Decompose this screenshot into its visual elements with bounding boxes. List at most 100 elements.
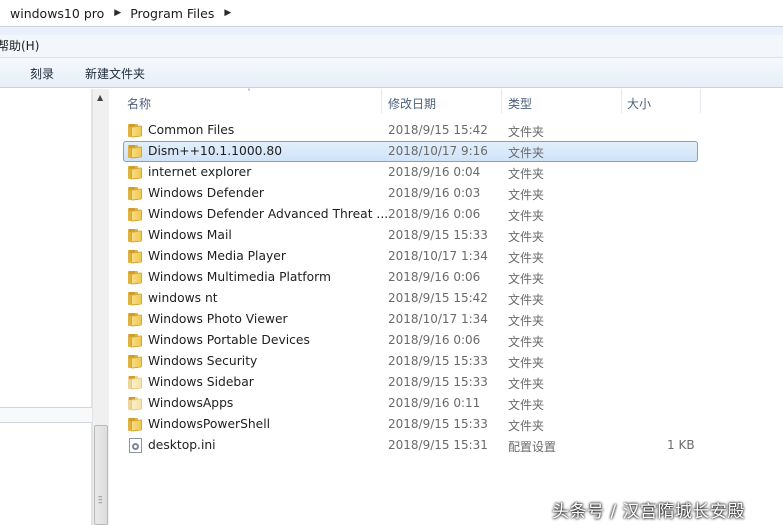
navigation-scrollbar[interactable]: ▲ – – –: [92, 89, 109, 525]
file-name: internet explorer: [148, 165, 252, 179]
new-folder-button[interactable]: 新建文件夹: [85, 65, 145, 82]
file-type: 文件夹: [508, 251, 545, 265]
file-date: 2018/9/16 0:06: [388, 270, 481, 284]
file-type: 文件夹: [508, 293, 545, 307]
folder-icon: [128, 166, 143, 180]
file-type: 文件夹: [508, 146, 545, 160]
folder-icon: [128, 313, 143, 327]
file-date: 2018/9/15 15:42: [388, 291, 488, 305]
file-name: Windows Security: [148, 354, 258, 368]
column-divider[interactable]: [700, 89, 701, 113]
file-type: 文件夹: [508, 419, 545, 433]
file-name: WindowsApps: [148, 396, 234, 410]
folder-icon: [128, 418, 143, 432]
file-date: 2018/9/15 15:33: [388, 354, 488, 368]
breadcrumb-arrow-icon[interactable]: ▶: [224, 8, 231, 18]
address-bar[interactable]: windows10 pro ▶ Program Files ▶: [0, 0, 783, 27]
file-date: 2018/9/15 15:33: [388, 375, 488, 389]
folder-icon-faded: [128, 376, 143, 390]
folder-icon: [128, 124, 143, 138]
table-row[interactable]: internet explorer 2018/9/16 0:04 文件夹: [110, 162, 783, 183]
navigation-pane[interactable]: [0, 89, 92, 525]
folder-icon-faded: [128, 397, 143, 411]
command-toolbar: 刻录 新建文件夹: [0, 58, 783, 88]
table-row[interactable]: Windows Photo Viewer 2018/10/17 1:34 文件夹: [110, 309, 783, 330]
file-name: Windows Multimedia Platform: [148, 270, 331, 284]
file-date: 2018/9/16 0:11: [388, 396, 481, 410]
column-name-header[interactable]: 名称: [127, 95, 151, 112]
folder-icon: [128, 187, 143, 201]
table-row[interactable]: Windows Multimedia Platform 2018/9/16 0:0…: [110, 267, 783, 288]
file-date: 2018/9/16 0:03: [388, 186, 481, 200]
file-type: 文件夹: [508, 272, 545, 286]
menu-help[interactable]: 帮助(H): [0, 37, 39, 54]
menu-bar: 帮助(H): [0, 27, 783, 58]
breadcrumb-arrow-icon[interactable]: ▶: [114, 8, 121, 18]
file-type: 文件夹: [508, 167, 545, 181]
file-date: 2018/9/15 15:42: [388, 123, 488, 137]
file-type: 文件夹: [508, 398, 545, 412]
table-row[interactable]: WindowsPowerShell 2018/9/15 15:33 文件夹: [110, 414, 783, 435]
file-type: 文件夹: [508, 377, 545, 391]
column-header: ˄ 名称 修改日期 类型 大小: [110, 88, 783, 113]
file-name: windows nt: [148, 291, 218, 305]
folder-icon: [128, 229, 143, 243]
folder-icon: [128, 250, 143, 264]
column-type-header[interactable]: 类型: [508, 95, 532, 112]
file-name: Common Files: [148, 123, 235, 137]
column-divider[interactable]: [381, 89, 382, 113]
folder-icon: [128, 334, 143, 348]
folder-icon: [128, 355, 143, 369]
column-date-header[interactable]: 修改日期: [388, 95, 436, 112]
navigation-pane-item[interactable]: [0, 407, 92, 423]
column-size-header[interactable]: 大小: [627, 95, 651, 112]
file-date: 2018/9/16 0:06: [388, 333, 481, 347]
file-date: 2018/10/17 1:34: [388, 312, 488, 326]
table-row[interactable]: Windows Media Player 2018/10/17 1:34 文件夹: [110, 246, 783, 267]
scroll-up-arrow-icon[interactable]: ▲: [97, 93, 103, 102]
file-size: 1 KB: [667, 438, 695, 452]
file-name: Windows Photo Viewer: [148, 312, 288, 326]
table-row[interactable]: Windows Defender 2018/9/16 0:03 文件夹: [110, 183, 783, 204]
table-row[interactable]: Windows Security 2018/9/15 15:33 文件夹: [110, 351, 783, 372]
file-type: 文件夹: [508, 230, 545, 244]
table-row[interactable]: desktop.ini 2018/9/15 15:31 配置设置 1 KB: [110, 435, 783, 456]
file-type: 文件夹: [508, 209, 545, 223]
table-row[interactable]: Windows Defender Advanced Threat ... 2018…: [110, 204, 783, 225]
file-type: 文件夹: [508, 335, 545, 349]
table-row[interactable]: WindowsApps 2018/9/16 0:11 文件夹: [110, 393, 783, 414]
table-row[interactable]: Windows Portable Devices 2018/9/16 0:06 文件…: [110, 330, 783, 351]
file-name: Windows Defender: [148, 186, 264, 200]
folder-icon: [128, 292, 143, 306]
table-row[interactable]: Dism++10.1.1000.80 2018/10/17 9:16 文件夹: [110, 141, 783, 162]
table-row[interactable]: Windows Mail 2018/9/15 15:33 文件夹: [110, 225, 783, 246]
burn-button[interactable]: 刻录: [30, 65, 54, 82]
file-date: 2018/9/15 15:33: [388, 228, 488, 242]
grip-icon: – – –: [98, 492, 103, 508]
breadcrumb-windows10-pro[interactable]: windows10 pro: [10, 6, 104, 21]
file-date: 2018/9/16 0:04: [388, 165, 481, 179]
file-type: 文件夹: [508, 188, 545, 202]
file-name: Windows Media Player: [148, 249, 286, 263]
file-type: 文件夹: [508, 314, 545, 328]
file-name: Windows Mail: [148, 228, 232, 242]
table-row[interactable]: Common Files 2018/9/15 15:42 文件夹: [110, 120, 783, 141]
scrollbar-thumb[interactable]: – – –: [94, 425, 108, 525]
file-name: Windows Sidebar: [148, 375, 254, 389]
file-name: Windows Defender Advanced Threat ...: [148, 207, 389, 221]
file-date: 2018/10/17 9:16: [388, 144, 488, 158]
column-divider[interactable]: [621, 89, 622, 113]
breadcrumb-program-files[interactable]: Program Files: [130, 6, 214, 21]
file-name: WindowsPowerShell: [148, 417, 271, 431]
watermark-text: 头条号 / 汉宫隋城长安殿: [552, 502, 746, 522]
file-name: Dism++10.1.1000.80: [148, 144, 283, 158]
table-row[interactable]: windows nt 2018/9/15 15:42 文件夹: [110, 288, 783, 309]
folder-icon: [128, 208, 143, 222]
table-row[interactable]: Windows Sidebar 2018/9/15 15:33 文件夹: [110, 372, 783, 393]
file-type: 配置设置: [508, 440, 557, 454]
file-name: Windows Portable Devices: [148, 333, 310, 347]
file-date: 2018/9/15 15:31: [388, 438, 488, 452]
file-name: desktop.ini: [148, 438, 216, 452]
settings-file-icon: [129, 438, 142, 453]
column-divider[interactable]: [501, 89, 502, 113]
